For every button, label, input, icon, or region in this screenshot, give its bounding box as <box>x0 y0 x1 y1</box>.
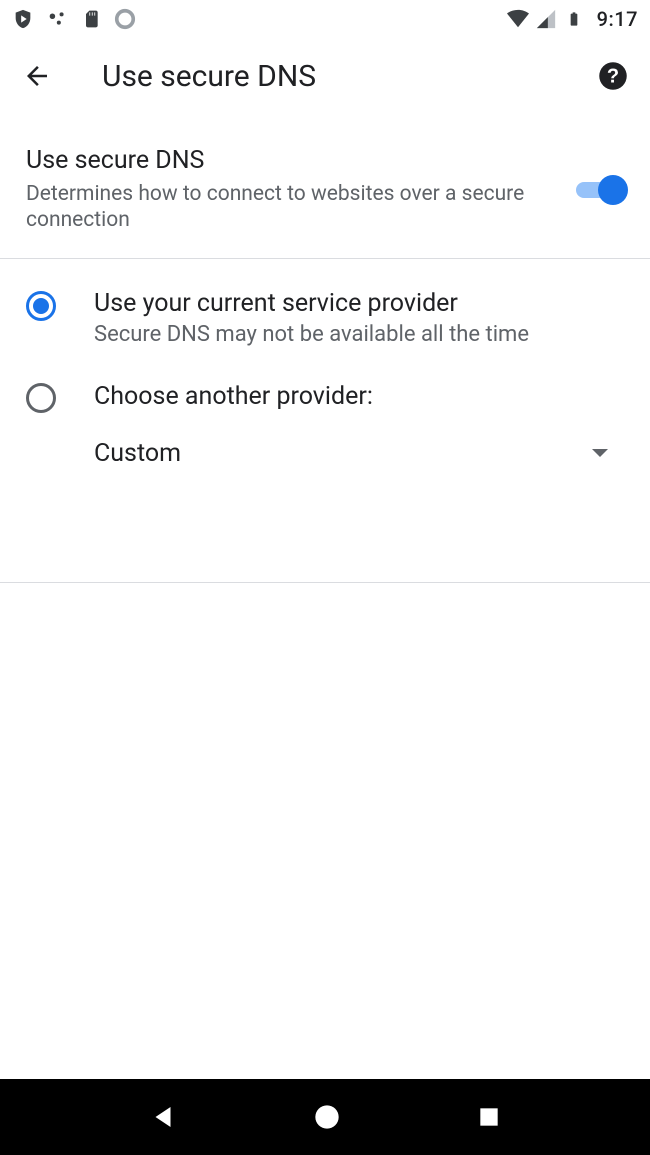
back-button[interactable] <box>22 61 52 91</box>
radio-selected-icon <box>26 291 56 321</box>
app-bar: Use secure DNS ? <box>0 38 650 114</box>
chevron-down-icon <box>592 449 608 457</box>
option-title: Choose another provider: <box>94 382 373 411</box>
status-bar: 9:17 <box>0 0 650 38</box>
secure-dns-preference[interactable]: Use secure DNS Determines how to connect… <box>0 114 650 258</box>
radio-unselected-icon <box>26 383 56 413</box>
nav-home-button[interactable] <box>313 1103 341 1131</box>
divider <box>0 582 650 583</box>
sd-card-icon <box>80 8 102 30</box>
circle-icon <box>114 8 136 30</box>
option-current-provider[interactable]: Use your current service provider Secure… <box>0 279 650 357</box>
wifi-icon <box>507 8 529 30</box>
nav-back-button[interactable] <box>148 1102 178 1132</box>
page-title: Use secure DNS <box>102 59 598 94</box>
shield-play-icon <box>12 8 34 30</box>
navigation-bar <box>0 1079 650 1155</box>
status-left <box>12 8 136 30</box>
option-subtitle: Secure DNS may not be available all the … <box>94 322 529 347</box>
dropdown-selected-label: Custom <box>94 439 592 468</box>
provider-dropdown[interactable]: Custom <box>94 421 608 486</box>
option-title: Use your current service provider <box>94 289 529 318</box>
help-button[interactable]: ? <box>598 61 628 91</box>
provider-options: Use your current service provider Secure… <box>0 259 650 582</box>
option-choose-provider[interactable]: Choose another provider: <box>0 357 650 421</box>
svg-text:?: ? <box>607 65 619 87</box>
nav-recent-button[interactable] <box>476 1104 502 1130</box>
signal-icon <box>535 8 557 30</box>
secure-dns-toggle[interactable] <box>576 175 624 205</box>
dots-icon <box>46 8 68 30</box>
preference-title: Use secure DNS <box>26 146 536 175</box>
preference-subtitle: Determines how to connect to websites ov… <box>26 181 536 234</box>
battery-icon <box>563 8 585 30</box>
status-time: 9:17 <box>597 7 638 31</box>
content: Use secure DNS Determines how to connect… <box>0 114 650 1079</box>
status-right: 9:17 <box>507 7 638 31</box>
